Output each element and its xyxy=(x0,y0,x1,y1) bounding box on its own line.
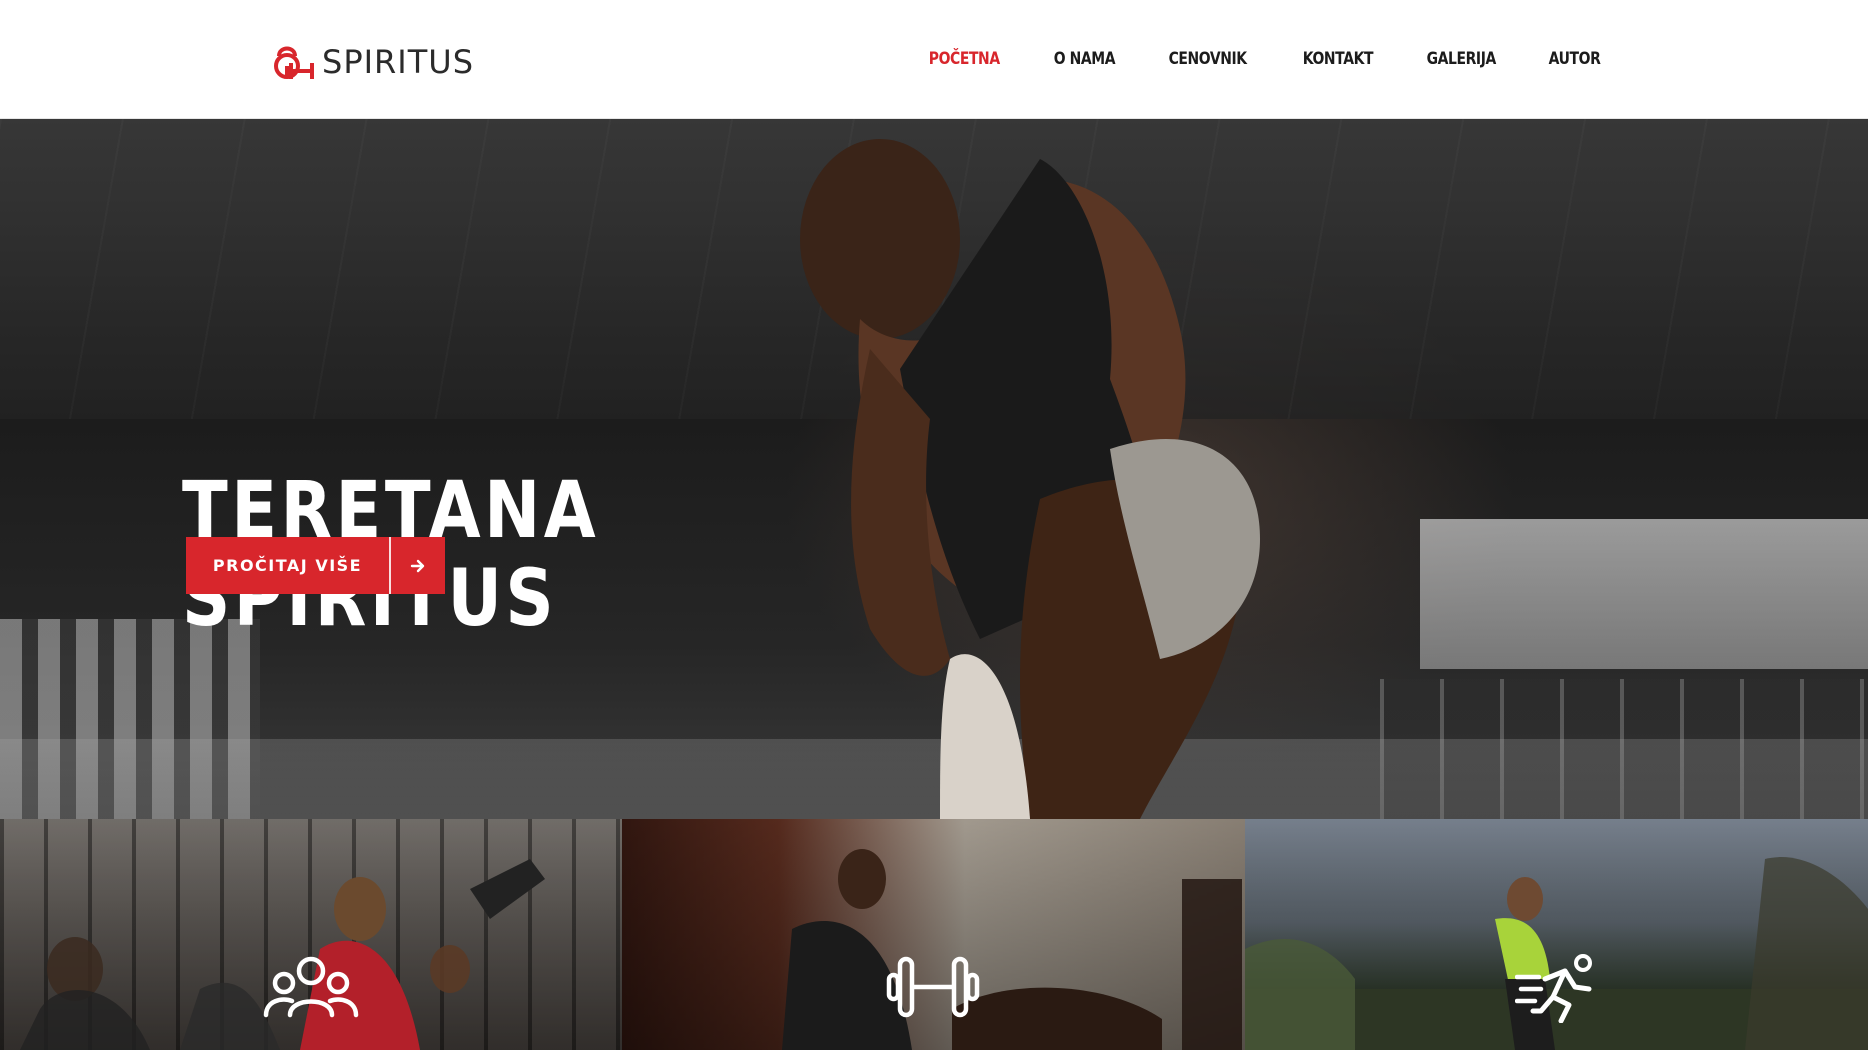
nav-item-kontakt[interactable]: KONTAKT xyxy=(1302,44,1373,74)
logo[interactable]: SPIRITUS xyxy=(270,40,474,84)
nav-item-pocetna[interactable]: POČETNA xyxy=(929,44,1000,74)
nav-item-autor[interactable]: AUTOR xyxy=(1549,44,1601,74)
nav-item-galerija[interactable]: GALERIJA xyxy=(1427,44,1497,74)
feature-tile-strength-training[interactable] xyxy=(622,819,1245,1050)
hero-athlete-image xyxy=(800,139,1260,819)
nav-item-o-nama[interactable]: O NAMA xyxy=(1053,44,1115,74)
nav-item-cenovnik[interactable]: CENOVNIK xyxy=(1169,44,1247,74)
logo-text: SPIRITUS xyxy=(322,43,474,81)
hero-banner: TERETANA SPIRITUS PROČITAJ VIŠE xyxy=(0,119,1868,819)
group-icon xyxy=(263,956,359,1018)
site-header: SPIRITUS POČETNA O NAMA CENOVNIK KONTAKT… xyxy=(0,0,1868,119)
kettlebell-dumbbell-icon xyxy=(274,46,314,79)
runner-icon xyxy=(1515,954,1592,1023)
arrow-right-icon xyxy=(391,558,445,574)
button-divider xyxy=(389,537,391,594)
hero-background-window xyxy=(1420,519,1868,669)
feature-tile-cardio[interactable] xyxy=(1245,819,1868,1050)
dumbbell-icon xyxy=(886,956,980,1018)
read-more-label: PROČITAJ VIŠE xyxy=(212,556,363,575)
main-nav: POČETNA O NAMA CENOVNIK KONTAKT GALERIJA… xyxy=(882,44,1606,74)
feature-tiles xyxy=(0,819,1868,1050)
feature-tile-group-training[interactable] xyxy=(0,819,622,1050)
read-more-button[interactable]: PROČITAJ VIŠE xyxy=(186,537,445,594)
